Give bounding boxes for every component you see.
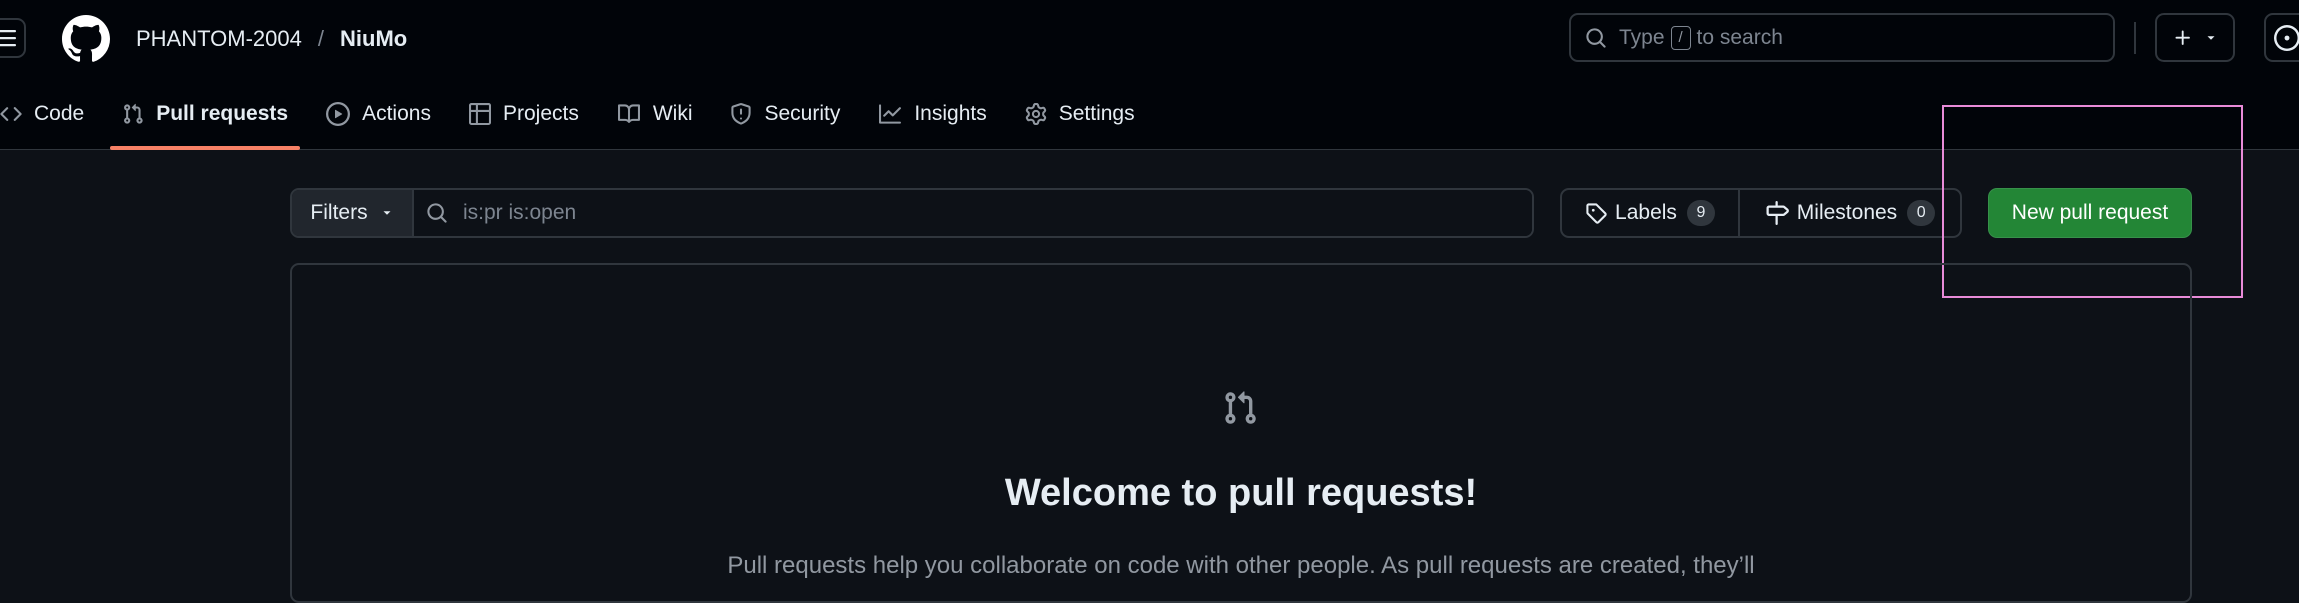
triangle-down-icon [383,211,391,215]
milestone-icon [1766,201,1789,225]
tab-insights[interactable]: Insights [866,95,998,133]
tab-code[interactable]: Code [0,95,96,133]
filter-bar: Filters is:pr is:open [290,188,1534,238]
repo-nav-tabs: Code Pull requests Actions Projects Wiki [0,95,1161,150]
milestones-button[interactable]: Milestones 0 [1740,190,1960,236]
breadcrumb-separator: / [317,26,324,51]
tab-label: Code [34,102,85,125]
global-header: PHANTOM-2004 / NiuMo Type / to search Co… [0,0,2299,150]
search-shortcut-key: / [1670,25,1691,50]
shield-icon [731,103,752,125]
github-logo-icon[interactable] [62,15,110,63]
gear-icon [1025,103,1046,125]
milestones-label: Milestones [1796,201,1898,224]
table-icon [468,103,491,125]
repo-name-link[interactable]: NiuMo [340,26,407,52]
labels-button[interactable]: Labels 9 [1562,190,1740,236]
repo-breadcrumb: PHANTOM-2004 / NiuMo [136,24,407,54]
empty-state-title: Welcome to pull requests! [1004,472,1478,514]
create-new-button[interactable] [2155,13,2235,62]
plus-icon [2175,30,2190,45]
empty-state-description: Pull requests help you collaborate on co… [727,552,1755,579]
search-placeholder-prefix: Type [1619,25,1665,49]
chevron-down-icon [2207,35,2214,40]
tab-label: Pull requests [156,102,289,125]
milestones-count-badge: 0 [1907,200,1936,226]
issues-button[interactable] [2264,13,2299,62]
tab-label: Security [764,102,841,125]
header-divider [2134,22,2136,54]
git-pull-request-icon [124,103,143,124]
tab-settings[interactable]: Settings [1013,95,1147,133]
filters-label: Filters [310,201,368,224]
tab-label: Wiki [652,102,693,125]
pr-filter-input[interactable]: is:pr is:open [414,190,1532,236]
labels-milestones-group: Labels 9 Milestones 0 [1560,188,1962,238]
filter-query-text: is:pr is:open [463,201,577,224]
tab-wiki[interactable]: Wiki [605,95,705,133]
graph-icon [879,104,902,124]
tab-label: Projects [502,102,579,125]
search-icon [1586,27,1606,48]
git-pull-request-icon [1225,391,1256,424]
hamburger-icon [0,30,16,47]
tab-label: Actions [362,102,431,125]
tag-icon [1586,203,1607,224]
play-icon [326,102,351,126]
menu-button[interactable] [0,18,26,58]
tab-projects[interactable]: Projects [457,95,591,133]
code-icon [0,107,22,121]
tab-pull-requests[interactable]: Pull requests [110,95,300,150]
labels-label: Labels [1615,201,1677,224]
tab-actions[interactable]: Actions [314,95,443,133]
labels-count-badge: 9 [1686,200,1715,226]
global-search-input[interactable]: Type / to search [1569,13,2115,62]
tab-label: Insights [914,102,987,125]
search-placeholder-suffix: to search [1696,25,1783,49]
issue-opened-icon [2274,24,2299,51]
search-icon [427,203,447,223]
tab-security[interactable]: Security [718,95,852,133]
tab-label: Settings [1058,102,1135,125]
book-icon [617,104,640,123]
repo-owner-link[interactable]: PHANTOM-2004 [136,26,302,52]
new-pull-request-button[interactable]: New pull request [1988,188,2192,238]
filters-dropdown-button[interactable]: Filters [292,190,414,236]
